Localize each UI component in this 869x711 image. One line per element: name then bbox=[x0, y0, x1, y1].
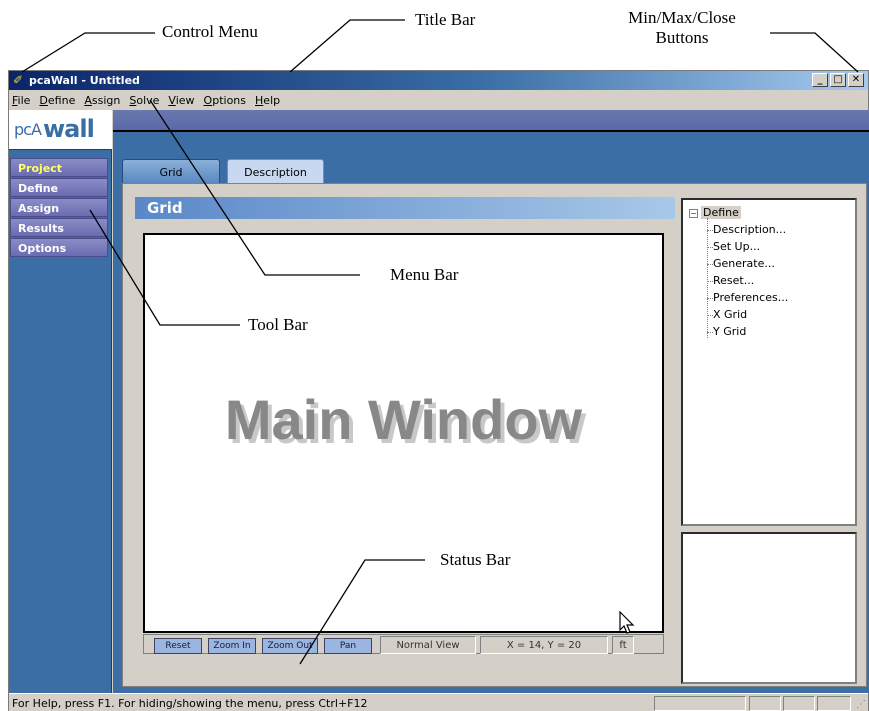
drawing-canvas[interactable]: Main Window bbox=[143, 233, 664, 634]
tool-bar: pcA wall Project Define Assign Results O… bbox=[9, 110, 112, 693]
status-bar-text: For Help, press F1. For hiding/showing t… bbox=[12, 697, 368, 710]
maximize-button[interactable]: □ bbox=[830, 73, 846, 87]
tree-item-x-grid[interactable]: X Grid bbox=[713, 308, 747, 321]
status-pane bbox=[749, 696, 781, 711]
toolbar-assign-button[interactable]: Assign bbox=[10, 198, 108, 217]
tree-item-preferences[interactable]: Preferences... bbox=[713, 291, 788, 304]
grid-header: Grid bbox=[135, 197, 675, 219]
callout-min-max-close-line2: Buttons bbox=[655, 28, 709, 47]
tree-connector bbox=[707, 218, 708, 338]
toolbar-options-button[interactable]: Options bbox=[10, 238, 108, 257]
menu-help[interactable]: Help bbox=[255, 94, 280, 107]
status-pane bbox=[654, 696, 746, 711]
menu-define[interactable]: Define bbox=[39, 94, 75, 107]
menu-bar: File Define Assign Solve View Options He… bbox=[9, 90, 868, 110]
window-controls: _ □ ✕ bbox=[812, 73, 864, 87]
pan-button[interactable]: Pan bbox=[324, 638, 372, 654]
logo-prefix: pcA bbox=[14, 120, 42, 139]
menu-view[interactable]: View bbox=[168, 94, 194, 107]
coordinates-field: X = 14, Y = 20 bbox=[480, 636, 608, 654]
tree-item-description[interactable]: Description... bbox=[713, 223, 786, 236]
tree-item-reset[interactable]: Reset... bbox=[713, 274, 754, 287]
reset-button[interactable]: Reset bbox=[154, 638, 202, 654]
view-mode-field: Normal View bbox=[380, 636, 476, 654]
status-pane bbox=[783, 696, 815, 711]
header-stripe bbox=[113, 110, 869, 132]
status-pane bbox=[817, 696, 851, 711]
zoom-in-button[interactable]: Zoom In bbox=[208, 638, 256, 654]
toolbar-project-button[interactable]: Project bbox=[10, 158, 108, 177]
tab-description[interactable]: Description bbox=[227, 159, 324, 183]
control-menu-icon[interactable]: ✐ bbox=[13, 73, 23, 87]
close-button[interactable]: ✕ bbox=[848, 73, 864, 87]
units-field: ft bbox=[612, 636, 634, 654]
window-title: pcaWall - Untitled bbox=[29, 74, 140, 87]
logo-name: wall bbox=[43, 115, 95, 143]
pcawall-logo: pcA wall bbox=[9, 110, 112, 150]
tree-item-generate[interactable]: Generate... bbox=[713, 257, 775, 270]
toolbar-define-button[interactable]: Define bbox=[10, 178, 108, 197]
status-bar: For Help, press F1. For hiding/showing t… bbox=[9, 693, 868, 711]
menu-file[interactable]: File bbox=[12, 94, 30, 107]
minimize-button[interactable]: _ bbox=[812, 73, 828, 87]
collapse-icon[interactable]: − bbox=[689, 209, 698, 218]
tree-item-set-up[interactable]: Set Up... bbox=[713, 240, 760, 253]
callout-min-max-close-line1: Min/Max/Close bbox=[628, 8, 736, 27]
title-bar[interactable]: ✐ pcaWall - Untitled _ □ ✕ bbox=[9, 71, 868, 90]
application-window: ✐ pcaWall - Untitled _ □ ✕ File Define A… bbox=[8, 70, 869, 711]
zoom-out-button[interactable]: Zoom Out bbox=[262, 638, 318, 654]
callout-status-bar: Status Bar bbox=[440, 550, 511, 569]
resize-grip-icon[interactable]: ⋰ bbox=[856, 699, 866, 710]
toolbar-results-button[interactable]: Results bbox=[10, 218, 108, 237]
callout-menu-bar: Menu Bar bbox=[390, 265, 459, 284]
main-window-label: Main Window bbox=[224, 388, 583, 451]
tree-root-define[interactable]: − Define bbox=[689, 206, 741, 219]
define-tree: − Define Description... Set Up... Generat… bbox=[681, 198, 857, 526]
callout-min-max-close: Min/Max/Close Buttons bbox=[622, 8, 742, 48]
menu-solve[interactable]: Solve bbox=[129, 94, 159, 107]
callout-tool-bar: Tool Bar bbox=[248, 315, 308, 334]
canvas-status-bar: Reset Zoom In Zoom Out Pan Normal View X… bbox=[143, 634, 664, 654]
callout-control-menu: Control Menu bbox=[162, 22, 258, 41]
tree-item-y-grid[interactable]: Y Grid bbox=[713, 325, 746, 338]
menu-options[interactable]: Options bbox=[204, 94, 246, 107]
menu-assign[interactable]: Assign bbox=[84, 94, 120, 107]
tab-grid[interactable]: Grid bbox=[122, 159, 220, 183]
callout-title-bar: Title Bar bbox=[415, 10, 476, 29]
main-area: Grid Description Grid Main Window Reset … bbox=[113, 110, 869, 693]
properties-pane bbox=[681, 532, 857, 684]
mouse-cursor-icon bbox=[619, 611, 635, 634]
